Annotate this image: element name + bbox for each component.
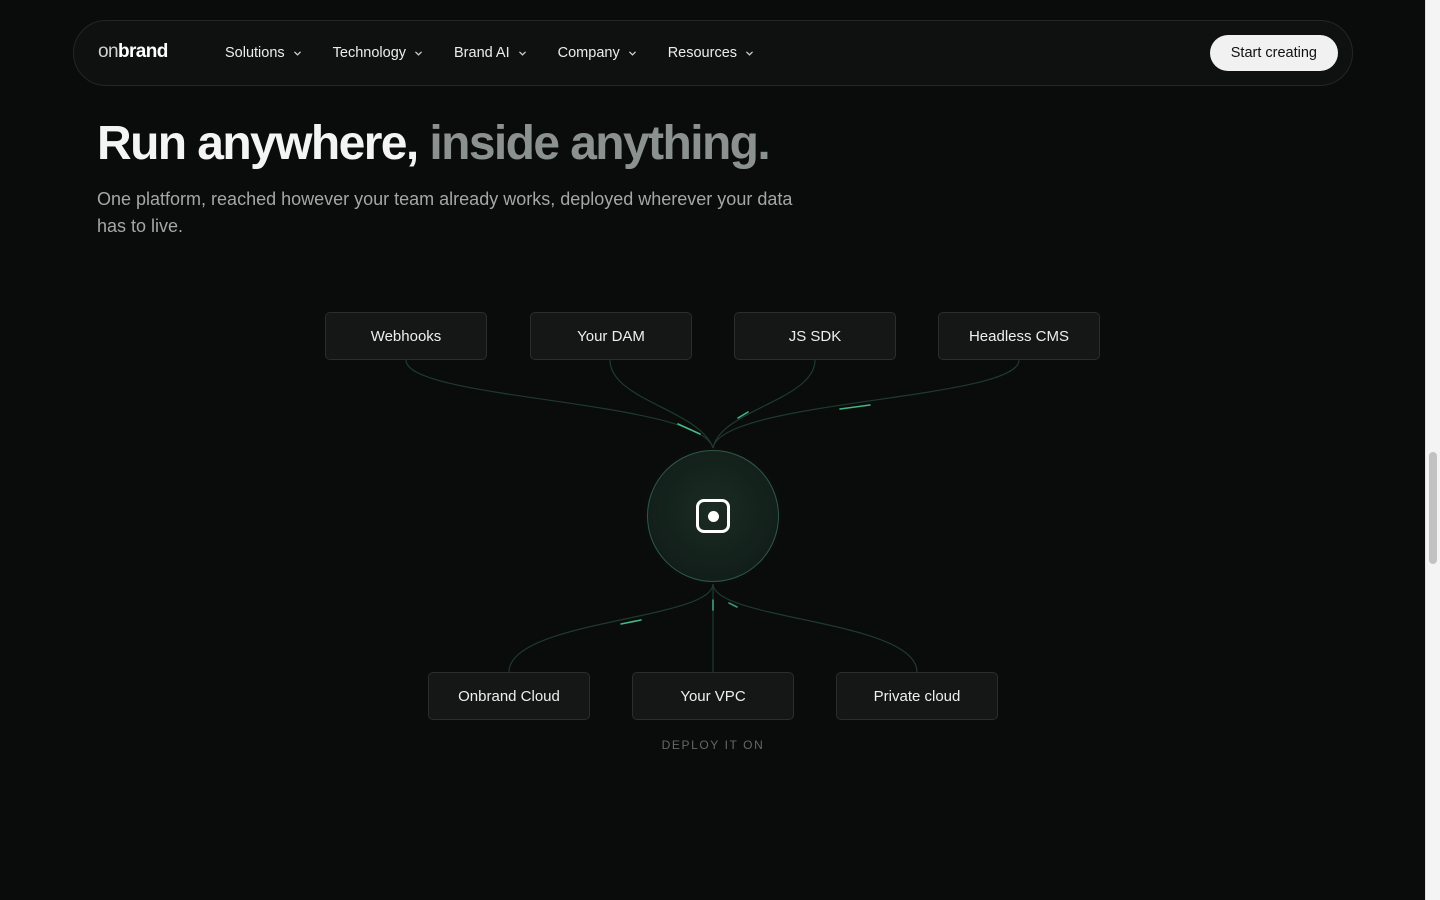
source-node[interactable]: Headless CMS [938, 312, 1100, 360]
platform-hub [647, 450, 779, 582]
deploy-target-node[interactable]: Private cloud [836, 672, 998, 720]
target-square-icon [696, 499, 730, 533]
source-node[interactable]: Webhooks [325, 312, 487, 360]
deploy-label: DEPLOY IT ON [661, 738, 765, 752]
source-node[interactable]: JS SDK [734, 312, 896, 360]
integration-diagram: Webhooks Your DAM JS SDK Headless CMS On… [0, 0, 1425, 900]
vertical-scrollbar[interactable] [1425, 0, 1440, 900]
scrollbar-thumb[interactable] [1429, 452, 1437, 564]
deploy-target-node[interactable]: Your VPC [632, 672, 794, 720]
page: onbrand Solutions Technology Brand AI Co… [0, 0, 1425, 900]
hub-dot [707, 510, 719, 522]
deploy-target-node[interactable]: Onbrand Cloud [428, 672, 590, 720]
source-node[interactable]: Your DAM [530, 312, 692, 360]
